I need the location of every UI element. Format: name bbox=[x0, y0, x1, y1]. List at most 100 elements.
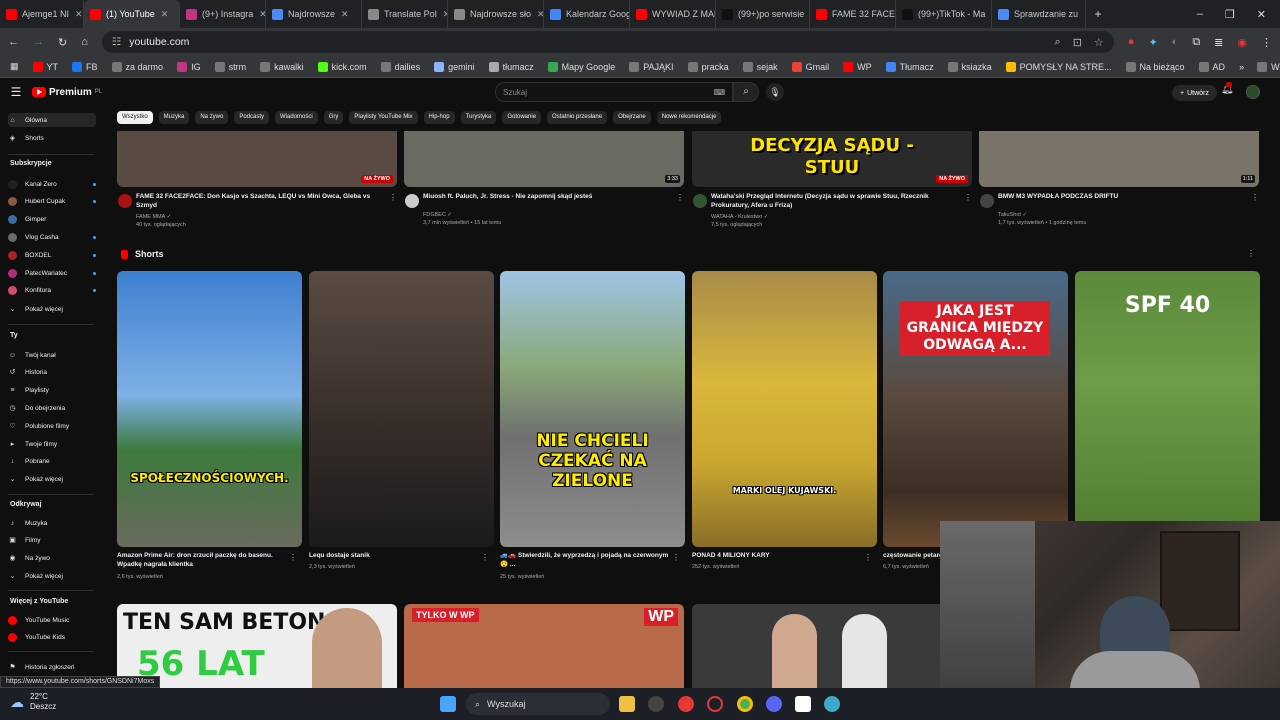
taskbar-search[interactable]: ⌕ Wyszukaj bbox=[466, 693, 610, 715]
short-title[interactable]: Amazon Prime Air: dron zrzucił paczkę do… bbox=[117, 551, 287, 569]
settings-gear-icon[interactable] bbox=[648, 696, 664, 712]
sidebar-item[interactable]: ⚑ Historia zgłoszeń bbox=[8, 660, 96, 674]
short-thumbnail[interactable]: NIE CHCIELI CZEKAĆ NA ZIELONE bbox=[500, 271, 685, 547]
channel-avatar[interactable] bbox=[980, 194, 994, 208]
create-button[interactable]: + Utwórz bbox=[1172, 85, 1217, 101]
close-tab-icon[interactable]: ✕ bbox=[161, 9, 169, 20]
channel-name[interactable]: TakuShot bbox=[998, 212, 1021, 218]
video-thumbnail[interactable]: DECYZJA SĄDU - STUU NA ŻYWO bbox=[692, 131, 972, 187]
browser-tab[interactable]: (99+)po serwisie✕ bbox=[716, 0, 810, 28]
short-thumbnail[interactable]: SPOŁECZNOŚCIOWYCH. bbox=[117, 271, 302, 547]
filter-chip[interactable]: Wiadomości bbox=[275, 111, 318, 124]
extension-icon[interactable]: ✦ bbox=[1148, 36, 1157, 49]
browser-tab[interactable]: FAME 32 FACE2F✕ bbox=[810, 0, 896, 28]
minimize-icon[interactable]: – bbox=[1197, 8, 1203, 21]
browser-tab[interactable]: (99+)TikTok - Ma✕ bbox=[896, 0, 992, 28]
opera-icon[interactable] bbox=[707, 696, 723, 712]
filter-chip[interactable]: Gry bbox=[323, 111, 344, 124]
sidebar-item[interactable]: ↺ Historia bbox=[8, 366, 96, 380]
video-thumbnail[interactable]: 3:33 bbox=[404, 131, 684, 187]
channel-avatar[interactable] bbox=[405, 194, 419, 208]
bookmark-item[interactable]: IG bbox=[177, 61, 201, 72]
browser-app-icon[interactable] bbox=[824, 696, 840, 712]
video-thumbnail[interactable]: 1:11 bbox=[979, 131, 1259, 187]
media-control-icon[interactable]: ≣ bbox=[1214, 36, 1223, 49]
voice-search-button[interactable]: 🎙︎ bbox=[766, 83, 784, 101]
channel-name[interactable]: FAME MMA bbox=[136, 214, 165, 220]
install-icon[interactable]: ⊡ bbox=[1073, 36, 1082, 49]
bookmark-item[interactable]: FB bbox=[72, 61, 98, 72]
subscriptions-header[interactable]: Subskrypcje bbox=[10, 160, 52, 167]
start-windows-icon[interactable] bbox=[440, 696, 456, 712]
filter-chip[interactable]: Turystyka bbox=[460, 111, 497, 124]
browser-tab[interactable]: Translate Pol✕ bbox=[362, 0, 448, 28]
browser-tab[interactable]: Ajemge1 NI ✕ bbox=[0, 0, 84, 28]
sidebar-item[interactable]: YouTube Music bbox=[8, 613, 96, 627]
menu-kebab-icon[interactable]: ⋮ bbox=[1261, 36, 1272, 49]
bookmark-item[interactable]: PAJĄKI bbox=[629, 61, 674, 72]
keyboard-icon[interactable]: ⌨ bbox=[713, 88, 725, 97]
maximize-icon[interactable]: ❐ bbox=[1225, 8, 1235, 21]
bookmark-item[interactable]: Mapy Google bbox=[547, 61, 615, 72]
site-info-icon[interactable]: ☷ bbox=[112, 36, 121, 48]
bookmark-item[interactable]: AD bbox=[1198, 61, 1225, 72]
filter-chip[interactable]: Ostatnio przesłane bbox=[547, 111, 608, 124]
bookmark-item[interactable]: Tłumacz bbox=[885, 61, 934, 72]
back-icon[interactable]: ← bbox=[8, 36, 19, 48]
sidebar-subscription[interactable]: Gimper bbox=[8, 213, 96, 227]
reload-icon[interactable]: ↻ bbox=[58, 36, 67, 49]
more-from-youtube-header[interactable]: Więcej z YouTube bbox=[10, 598, 68, 605]
short-more-icon[interactable]: ⋮ bbox=[481, 553, 489, 562]
bookmark-item[interactable]: Gmail bbox=[791, 61, 829, 72]
zoom-icon[interactable]: ⌕ bbox=[1055, 36, 1061, 49]
bookmark-item[interactable]: kawalki bbox=[260, 61, 304, 72]
sidebar-item[interactable]: ◉ Na żywo bbox=[8, 552, 96, 566]
browser-tab[interactable]: WYWIAD Z MAK✕ bbox=[630, 0, 716, 28]
short-thumbnail[interactable]: SPF 40 bbox=[1075, 271, 1260, 547]
short-thumbnail[interactable]: MARKI OLEJ KUJAWSKI. bbox=[692, 271, 877, 547]
shield-app-icon[interactable] bbox=[678, 696, 694, 712]
bookmark-item[interactable]: za darmo bbox=[111, 61, 163, 72]
sidebar-item[interactable]: ⌄ Pokaż więcej bbox=[8, 569, 96, 583]
channel-avatar[interactable] bbox=[118, 194, 132, 208]
all-bookmarks[interactable]: » Wszystkie zakładki bbox=[1239, 61, 1280, 72]
close-tab-icon[interactable]: ✕ bbox=[341, 9, 349, 20]
sidebar-subscription[interactable]: PatecWariatec bbox=[8, 266, 96, 280]
sidebar-subscription[interactable]: Hubert Cupak bbox=[8, 195, 96, 209]
channel-name[interactable]: FDGBEC bbox=[423, 212, 446, 218]
sidebar-item[interactable]: ▣ Filmy bbox=[8, 534, 96, 548]
star-icon[interactable]: ☆ bbox=[1094, 36, 1104, 49]
close-tab-icon[interactable]: ✕ bbox=[537, 9, 543, 20]
you-header[interactable]: Ty bbox=[10, 332, 18, 339]
weather-widget[interactable]: ☁ 22°C Deszcz bbox=[10, 692, 56, 712]
bookmark-item[interactable]: YT bbox=[32, 61, 58, 72]
discord-icon[interactable] bbox=[766, 696, 782, 712]
video-title[interactable]: FAME 32 FACE2FACE: Don Kasjo vs Szachta,… bbox=[136, 192, 386, 210]
close-window-icon[interactable]: ✕ bbox=[1257, 8, 1266, 21]
filter-chip[interactable]: Na żywo bbox=[195, 111, 229, 124]
sidebar-item[interactable]: ◷ Do obejrzenia bbox=[8, 401, 96, 415]
sidebar-item[interactable]: ♪ Muzyka bbox=[8, 516, 96, 530]
explore-header[interactable]: Odkrywaj bbox=[10, 501, 42, 508]
bookmark-item[interactable]: WP bbox=[843, 61, 872, 72]
omnibox[interactable]: ☷ youtube.com ⌕ ⊡ ☆ bbox=[101, 31, 1114, 53]
chrome-icon[interactable] bbox=[737, 696, 753, 712]
short-title[interactable]: Lequ dostaje stanik bbox=[309, 551, 479, 560]
short-more-icon[interactable]: ⋮ bbox=[672, 553, 680, 562]
shorts-more-icon[interactable]: ⋮ bbox=[1247, 249, 1255, 258]
sidebar-item[interactable]: ☺ Twój kanał bbox=[8, 348, 96, 362]
sidebar-item[interactable]: YouTube Kids bbox=[8, 631, 96, 645]
close-tab-icon[interactable]: ✕ bbox=[259, 9, 265, 20]
video-title[interactable]: Wataha'ski Przegląd Internetu (Decyzja s… bbox=[711, 192, 961, 210]
filter-chip[interactable]: Gotowanie bbox=[502, 111, 542, 124]
forward-icon[interactable]: → bbox=[33, 36, 44, 48]
bookmark-item[interactable]: tłumacz bbox=[488, 61, 534, 72]
extensions-puzzle-icon[interactable]: ⧉ bbox=[1192, 36, 1200, 49]
video-more-icon[interactable]: ⋮ bbox=[1251, 193, 1259, 202]
browser-tab[interactable]: (1) YouTube ✕ bbox=[84, 0, 180, 28]
home-icon[interactable]: ⌂ bbox=[81, 36, 88, 48]
bookmark-item[interactable]: dailies bbox=[380, 61, 420, 72]
chevron-right-icon[interactable]: » bbox=[1239, 62, 1244, 72]
profile-icon[interactable]: ◉ bbox=[1237, 36, 1247, 49]
video-title[interactable]: BMW M3 WYPADŁA PODCZAS DRIFTU bbox=[998, 192, 1248, 201]
